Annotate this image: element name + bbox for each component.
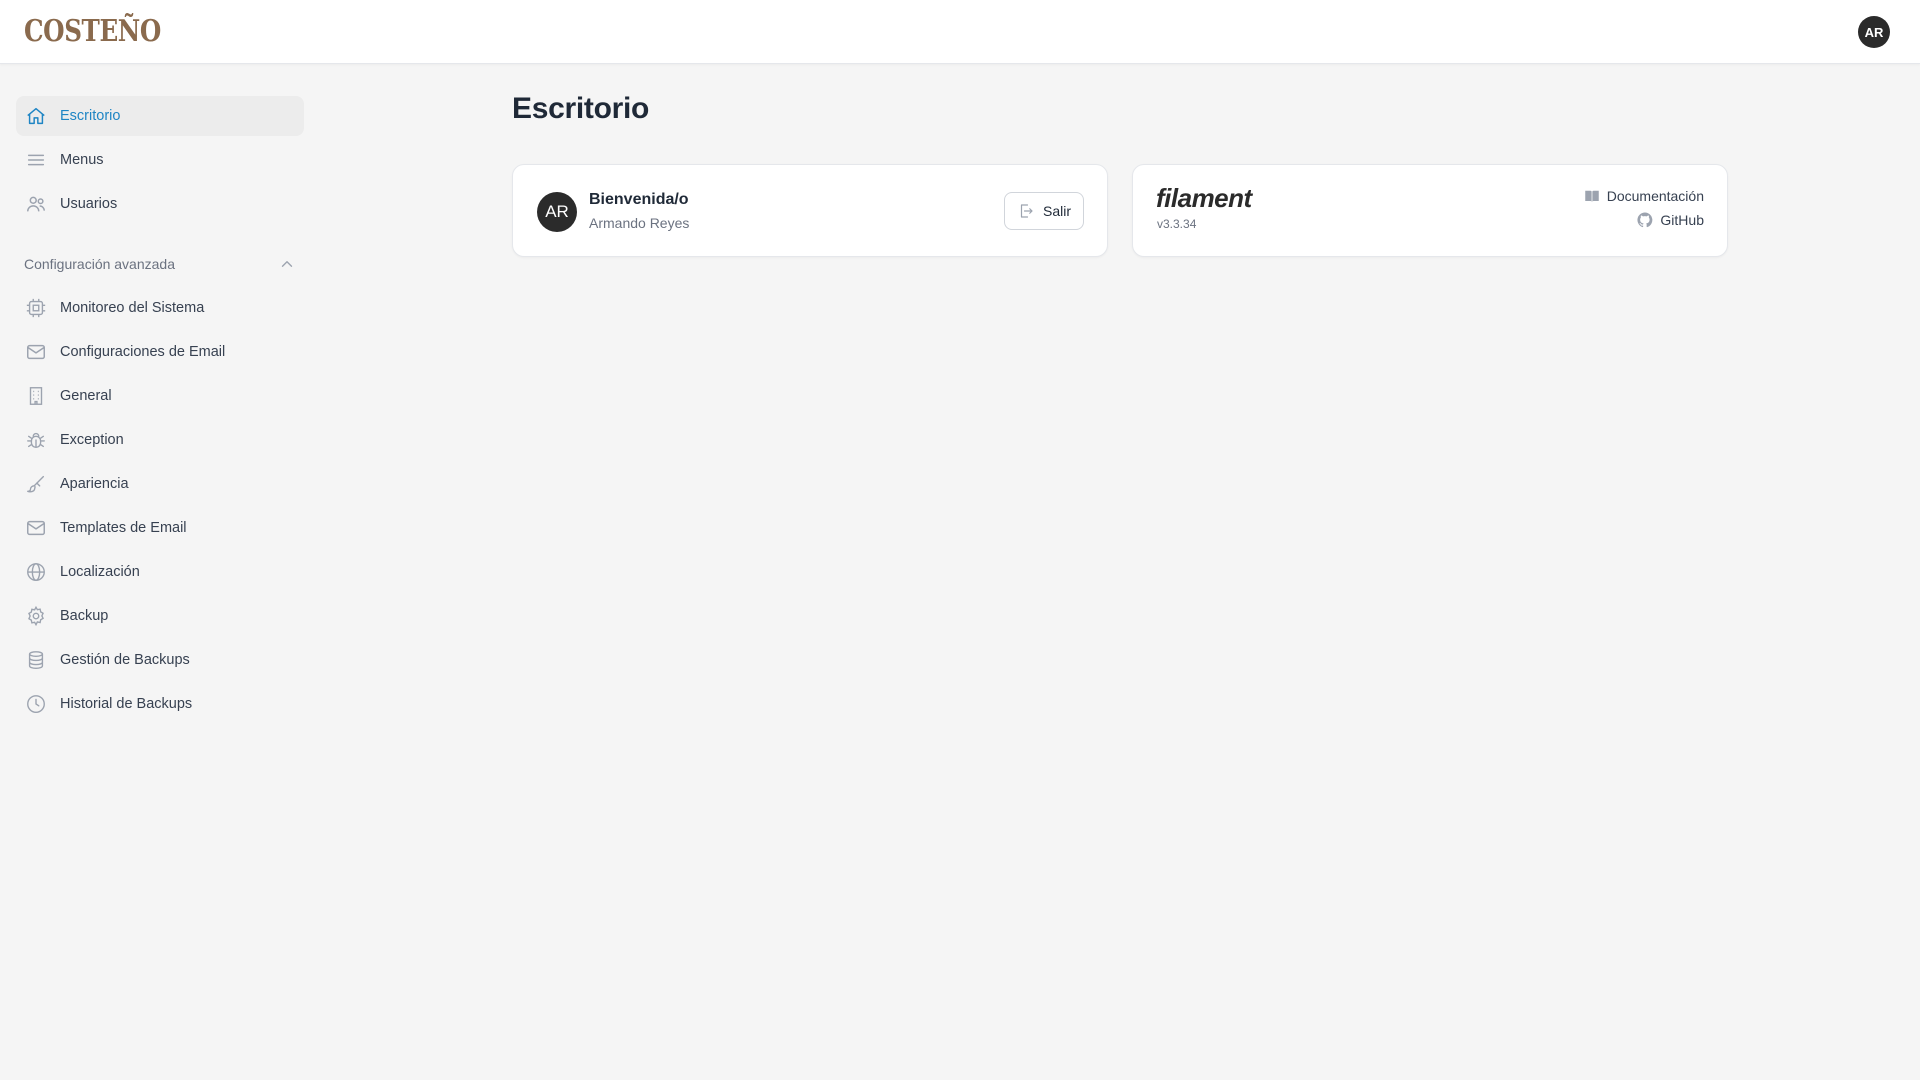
chevron-up-icon[interactable]	[278, 255, 296, 273]
user-menu-avatar[interactable]: AR	[1858, 16, 1890, 48]
top-bar: COSTEÑO AR	[0, 0, 1920, 64]
bars-icon	[24, 148, 48, 172]
sidebar-item-label: Localización	[60, 564, 140, 580]
sidebar-item-configuraciones-de-email[interactable]: Configuraciones de Email	[16, 332, 304, 372]
filament-info-widget: filament v3.3.34 Documentación GitHub	[1132, 164, 1728, 257]
sidebar-item-label: Configuraciones de Email	[60, 344, 226, 360]
cog-icon	[24, 604, 48, 628]
documentation-label: Documentación	[1606, 188, 1704, 204]
sidebar-item-label: Exception	[60, 432, 124, 448]
logout-label: Salir	[1042, 203, 1071, 219]
sidebar-item-label: Apariencia	[60, 476, 129, 492]
sidebar-item-label: Monitoreo del Sistema	[60, 300, 205, 316]
documentation-link[interactable]: Documentación	[1583, 187, 1704, 205]
paint-brush-icon	[24, 472, 48, 496]
user-name: Armando Reyes	[589, 215, 690, 231]
bug-icon	[24, 428, 48, 452]
filament-links: Documentación GitHub	[1583, 187, 1704, 229]
sidebar-item-label: Escritorio	[60, 108, 121, 124]
welcome-heading: Bienvenida/o	[589, 191, 689, 208]
sidebar-item-menus[interactable]: Menus	[16, 140, 304, 180]
cpu-chip-icon	[24, 296, 48, 320]
sidebar-item-label: General	[60, 388, 112, 404]
sidebar-item-label: Menus	[60, 152, 104, 168]
logout-icon	[1017, 202, 1035, 220]
github-link[interactable]: GitHub	[1636, 211, 1704, 229]
sidebar-item-escritorio[interactable]: Escritorio	[16, 96, 304, 136]
filament-logo[interactable]: filament	[1156, 183, 1252, 214]
sidebar-item-backup[interactable]: Backup	[16, 596, 304, 636]
logout-button[interactable]: Salir	[1003, 192, 1084, 230]
sidebar-item-label: Usuarios	[60, 196, 118, 212]
sidebar-item-label: Backup	[60, 608, 109, 624]
building-icon	[24, 384, 48, 408]
envelope-icon	[24, 516, 48, 540]
home-icon	[24, 104, 48, 128]
sidebar-item-usuarios[interactable]: Usuarios	[16, 184, 304, 224]
sidebar-item-label: Historial de Backups	[60, 696, 193, 712]
sidebar-item-general[interactable]: General	[16, 376, 304, 416]
sidebar-item-templates-de-email[interactable]: Templates de Email	[16, 508, 304, 548]
sidebar-item-label: Gestión de Backups	[60, 652, 190, 668]
avatar: AR	[537, 192, 577, 232]
sidebar-item-exception[interactable]: Exception	[16, 420, 304, 460]
github-icon	[1636, 211, 1654, 229]
book-open-icon	[1583, 187, 1601, 205]
database-icon	[24, 648, 48, 672]
brand-logo[interactable]: COSTEÑO	[24, 14, 161, 49]
sidebar-item-label: Templates de Email	[60, 520, 187, 536]
account-widget: AR Bienvenida/o Armando Reyes Salir	[512, 164, 1108, 257]
users-icon	[24, 192, 48, 216]
sidebar-item-historial-de-backups[interactable]: Historial de Backups	[16, 684, 304, 724]
envelope-icon	[24, 340, 48, 364]
sidebar-item-localizacion[interactable]: Localización	[16, 552, 304, 592]
filament-version: v3.3.34	[1157, 217, 1197, 231]
sidebar-item-gestion-de-backups[interactable]: Gestión de Backups	[16, 640, 304, 680]
sidebar-group-configuracion-avanzada[interactable]: Configuración avanzada	[16, 244, 304, 284]
sidebar-group-label: Configuración avanzada	[24, 256, 175, 272]
clock-icon	[24, 692, 48, 716]
sidebar-item-apariencia[interactable]: Apariencia	[16, 464, 304, 504]
sidebar: Escritorio Menus Usuarios Configuración …	[16, 96, 304, 728]
github-label: GitHub	[1660, 212, 1704, 228]
globe-icon	[24, 560, 48, 584]
page-title: Escritorio	[512, 92, 650, 125]
sidebar-item-monitoreo-del-sistema[interactable]: Monitoreo del Sistema	[16, 288, 304, 328]
